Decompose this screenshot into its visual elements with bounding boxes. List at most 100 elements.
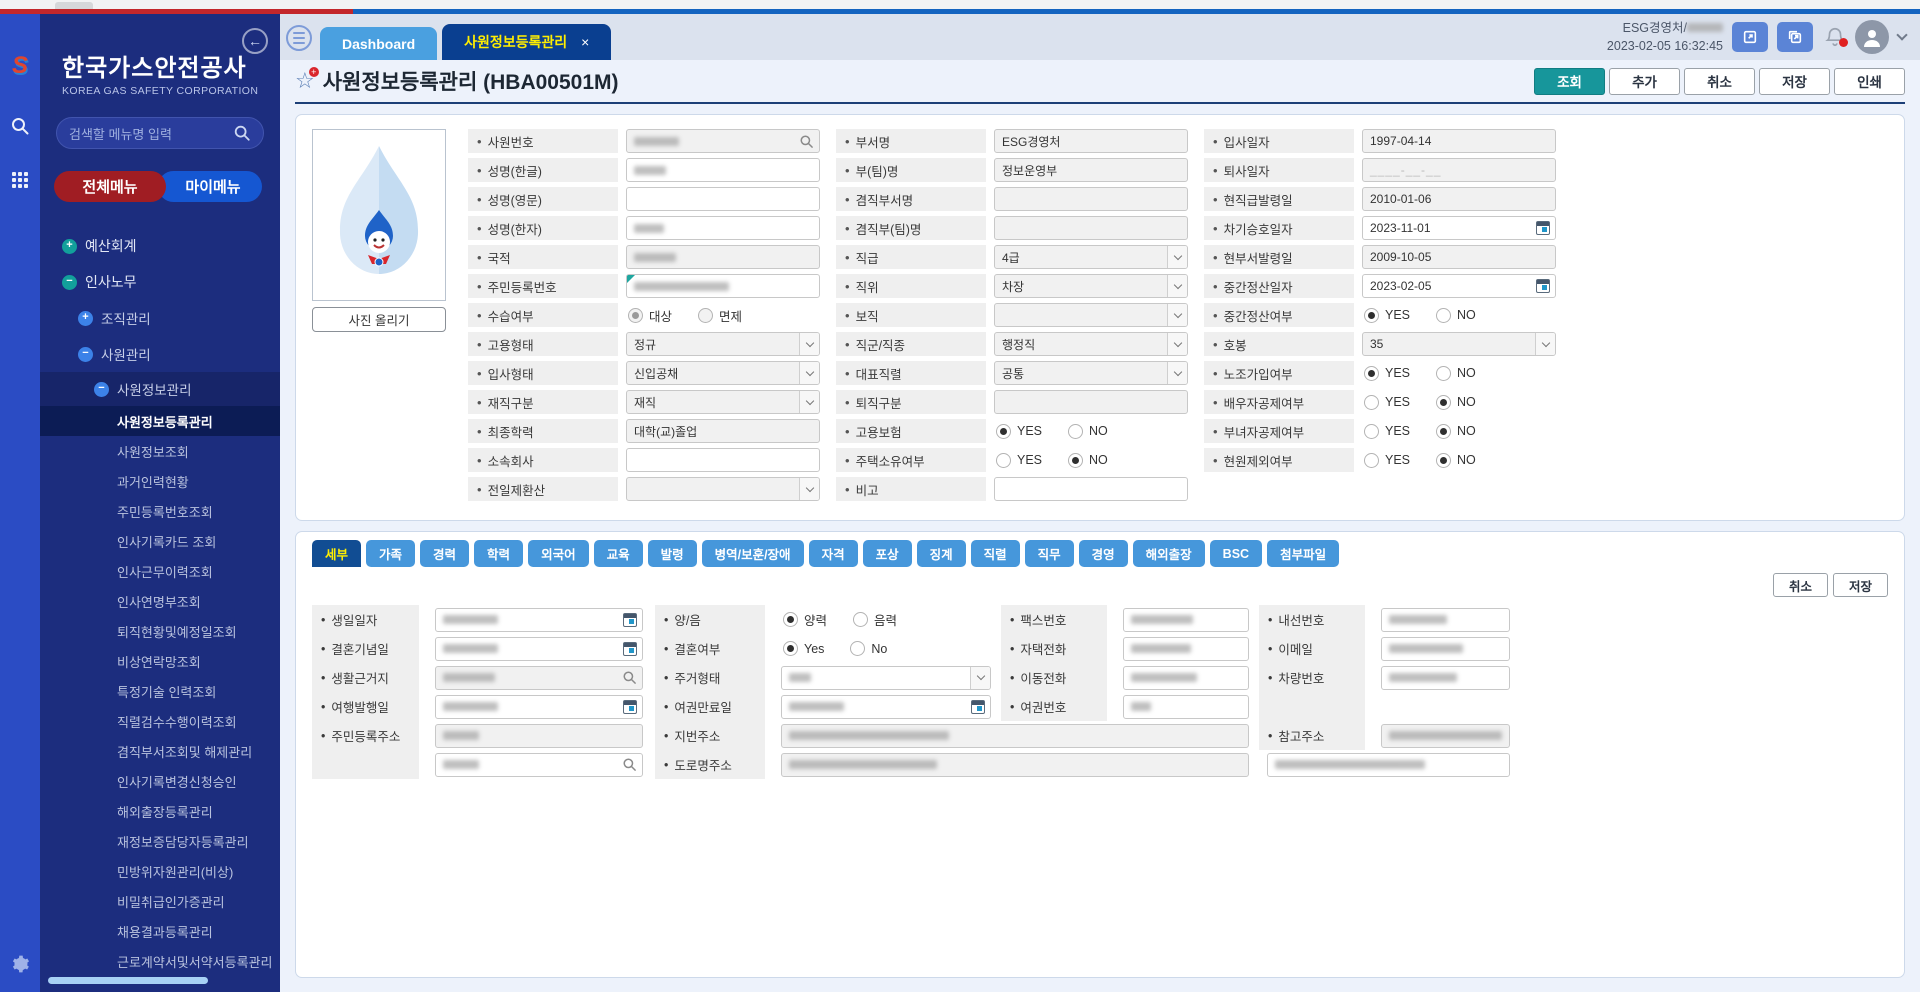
date-input[interactable]: 2023-11-01 [1362, 216, 1556, 240]
detail-tab-11[interactable]: 징계 [917, 540, 966, 567]
radio-unselected-icon[interactable] [1436, 308, 1451, 323]
radio-option[interactable]: No [850, 641, 887, 656]
date-input[interactable]: 2023-02-05 [1362, 274, 1556, 298]
user-menu-chevron-icon[interactable] [1896, 29, 1907, 40]
radio-unselected-icon[interactable] [1364, 453, 1379, 468]
window-tab-dashboard[interactable]: Dashboard [320, 27, 437, 60]
sidebar-item[interactable]: 특정기술 인력조회 [40, 676, 280, 706]
sidebar-item[interactable]: 재정보증담당자등록관리 [40, 826, 280, 856]
radio-selected-icon[interactable] [996, 424, 1011, 439]
radio-option[interactable]: NO [1436, 308, 1476, 323]
sidebar-item[interactable]: 채용결과등록관리 [40, 916, 280, 946]
sidebar-item[interactable]: 인사근무이력조회 [40, 556, 280, 586]
magnifier-icon[interactable] [622, 757, 637, 772]
collapse-minus-icon[interactable]: − [62, 275, 77, 290]
detail-tab-9[interactable]: 자격 [809, 540, 858, 567]
sidebar-item[interactable]: 인사기록카드 조회 [40, 526, 280, 556]
radio-option[interactable]: YES [1364, 424, 1410, 439]
detail-tab-5[interactable]: 외국어 [528, 540, 589, 567]
select-field[interactable] [781, 666, 991, 690]
radio-option[interactable]: 음력 [853, 610, 897, 629]
text-input[interactable] [994, 477, 1188, 501]
all-menu-button[interactable]: 전체메뉴 [54, 171, 166, 202]
radio-option[interactable]: 면제 [698, 306, 742, 325]
calendar-icon[interactable] [1536, 279, 1550, 293]
sidebar-item[interactable]: −사원관리 [40, 336, 280, 372]
text-input[interactable] [1123, 637, 1249, 661]
radio-selected-icon[interactable] [783, 612, 798, 627]
radio-option[interactable]: YES [996, 453, 1042, 468]
sidebar-collapse-icon[interactable]: ← [242, 28, 268, 54]
radio-option[interactable]: YES [1364, 395, 1410, 410]
radio-unselected-icon[interactable] [853, 612, 868, 627]
text-input[interactable] [1267, 753, 1510, 777]
date-input[interactable] [781, 695, 991, 719]
chevron-down-icon[interactable] [1167, 304, 1187, 326]
close-tab-icon[interactable]: × [581, 34, 589, 50]
detail-tab-14[interactable]: 경영 [1079, 540, 1128, 567]
select-field[interactable]: 재직 [626, 390, 820, 414]
detail-tab-10[interactable]: 포상 [863, 540, 912, 567]
chevron-down-icon[interactable] [1167, 362, 1187, 384]
radio-option[interactable]: NO [1436, 395, 1476, 410]
chevron-down-icon[interactable] [1167, 275, 1187, 297]
calendar-icon[interactable] [971, 700, 985, 714]
chevron-down-icon[interactable] [1535, 333, 1555, 355]
sidebar-item[interactable]: 근로계약서및서약서등록관리 [40, 946, 280, 976]
sidebar-item[interactable]: 비상연락망조회 [40, 646, 280, 676]
radio-option[interactable]: 양력 [783, 610, 827, 629]
search-icon[interactable] [10, 116, 30, 136]
photo-upload-button[interactable]: 사진 올리기 [312, 307, 446, 332]
sidebar-item[interactable]: −사원정보관리 [40, 372, 280, 406]
detail-tab-16[interactable]: BSC [1210, 540, 1262, 567]
text-input[interactable] [1123, 695, 1249, 719]
radio-selected-icon[interactable] [1436, 424, 1451, 439]
sidebar-item[interactable]: 과거인력현황 [40, 466, 280, 496]
settings-gear-icon[interactable] [10, 954, 30, 974]
search-input[interactable] [626, 129, 820, 153]
sidebar-item[interactable]: 민방위자원관리(비상) [40, 856, 280, 886]
text-input[interactable] [1381, 666, 1510, 690]
search-input[interactable] [435, 753, 643, 777]
chevron-down-icon[interactable] [1167, 333, 1187, 355]
sidebar-item[interactable]: +조직관리 [40, 300, 280, 336]
select-field[interactable]: 신입공채 [626, 361, 820, 385]
radio-unselected-icon[interactable] [1364, 395, 1379, 410]
detail-tab-4[interactable]: 학력 [474, 540, 523, 567]
radio-unselected-icon[interactable] [698, 308, 713, 323]
select-field[interactable] [994, 303, 1188, 327]
sidebar-item[interactable]: 주민등록번호조회 [40, 496, 280, 526]
menu-search-input[interactable]: 검색할 메뉴명 입력 [56, 117, 264, 149]
text-input[interactable] [1381, 637, 1510, 661]
action-button-search[interactable]: 조회 [1534, 68, 1605, 95]
radio-selected-icon[interactable] [1364, 366, 1379, 381]
radio-unselected-icon[interactable] [996, 453, 1011, 468]
user-avatar[interactable] [1855, 20, 1889, 54]
radio-unselected-icon[interactable] [850, 641, 865, 656]
detail-cancel-button[interactable]: 취소 [1773, 573, 1828, 597]
select-field[interactable]: 35 [1362, 332, 1556, 356]
sidebar-item[interactable]: 인사연명부조회 [40, 586, 280, 616]
radio-selected-icon[interactable] [1068, 453, 1083, 468]
action-button-print[interactable]: 인쇄 [1834, 68, 1905, 95]
select-field[interactable]: 4급 [994, 245, 1188, 269]
notifications-bell-icon[interactable] [1824, 26, 1846, 48]
text-input[interactable] [626, 187, 820, 211]
radio-option[interactable]: 대상 [628, 306, 672, 325]
calendar-icon[interactable] [623, 700, 637, 714]
sidebar-item[interactable]: 해외출장등록관리 [40, 796, 280, 826]
sidebar-item[interactable]: 직렬검수수행이력조회 [40, 706, 280, 736]
radio-option[interactable]: YES [1364, 453, 1410, 468]
sidebar-item[interactable]: +예산회계 [40, 228, 280, 264]
chevron-down-icon[interactable] [799, 478, 819, 500]
sidebar-scrollbar[interactable] [48, 977, 208, 984]
radio-selected-icon[interactable] [1364, 308, 1379, 323]
radio-unselected-icon[interactable] [1364, 424, 1379, 439]
text-input[interactable] [1381, 608, 1510, 632]
chevron-down-icon[interactable] [1167, 246, 1187, 268]
calendar-icon[interactable] [623, 642, 637, 656]
radio-selected-icon[interactable] [1436, 453, 1451, 468]
collapse-minus-icon[interactable]: − [94, 382, 109, 397]
radio-selected-icon[interactable] [783, 641, 798, 656]
radio-option[interactable]: Yes [783, 641, 824, 656]
